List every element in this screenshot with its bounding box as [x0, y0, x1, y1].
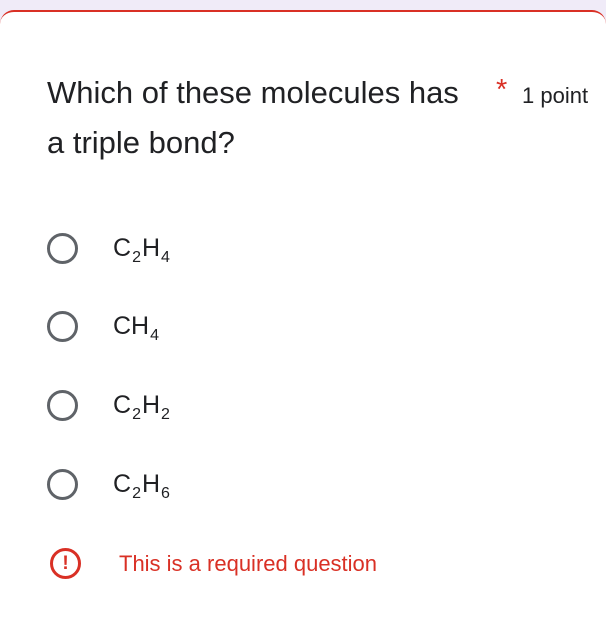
question-title: Which of these molecules has a triple bo…	[47, 75, 459, 160]
option-label: CH 4	[113, 311, 160, 344]
points-label: 1 point	[522, 83, 589, 108]
question-card: Which of these molecules has a triple bo…	[0, 10, 606, 621]
required-marker: *	[496, 74, 508, 106]
option-c2h6[interactable]: C2H6	[47, 461, 547, 507]
radio-button[interactable]	[47, 468, 78, 500]
option-label: C2H2	[113, 390, 170, 423]
option-label: C2H6	[113, 469, 170, 502]
radio-button[interactable]	[47, 232, 78, 264]
option-c2h4[interactable]: C2H4	[47, 225, 547, 271]
option-label: C2H4	[113, 233, 170, 266]
radio-button[interactable]	[47, 389, 78, 421]
validation-error: ! This is a required question	[50, 548, 377, 579]
option-c2h2[interactable]: C2H2	[47, 382, 547, 428]
error-icon: !	[50, 548, 81, 579]
radio-button[interactable]	[47, 310, 78, 342]
option-ch4[interactable]: CH 4	[47, 303, 547, 349]
error-message: This is a required question	[119, 550, 378, 576]
